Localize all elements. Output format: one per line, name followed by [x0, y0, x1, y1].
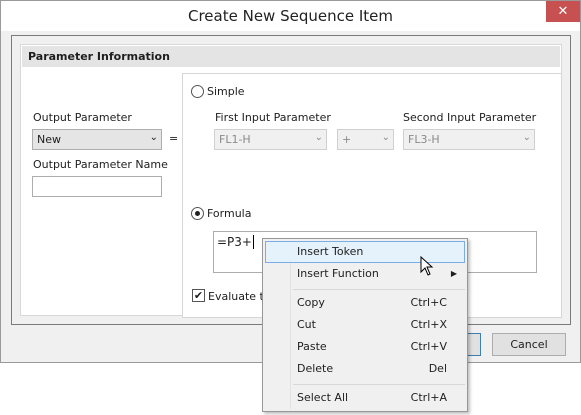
mouse-pointer-icon [420, 256, 434, 276]
close-icon: ✕ [557, 4, 569, 19]
menu-item-label: Cut [297, 318, 316, 331]
simple-radio[interactable] [191, 85, 204, 98]
menu-item-shortcut: Del [428, 362, 447, 375]
menu-item-label: Insert Function [297, 267, 379, 280]
operator-value: + [342, 133, 352, 146]
chevron-down-icon: ⌄ [314, 132, 323, 143]
simple-label: Simple [207, 85, 245, 98]
menu-item-shortcut: Ctrl+X [410, 318, 447, 331]
close-button[interactable]: ✕ [546, 1, 580, 22]
chevron-down-icon: ⌄ [522, 132, 531, 143]
formula-radio[interactable] [191, 207, 204, 220]
text-caret [252, 235, 254, 249]
menu-item-copy[interactable]: Copy Ctrl+C [265, 292, 465, 314]
context-menu: Insert Token Insert Function ▶ Copy Ctrl… [262, 238, 468, 412]
first-input-label: First Input Parameter [215, 111, 331, 124]
menu-item-insert-function[interactable]: Insert Function ▶ [265, 263, 465, 285]
formula-text: =P3+ [217, 235, 252, 249]
second-input-label: Second Input Parameter [403, 111, 537, 124]
checkmark-icon: ✔ [193, 289, 204, 302]
output-parameter-name-input[interactable] [32, 176, 162, 197]
menu-item-label: Insert Token [297, 245, 364, 258]
first-input-select[interactable]: FL1-H ⌄ [214, 129, 327, 150]
menu-separator [293, 384, 465, 385]
chevron-down-icon: ⌄ [149, 132, 158, 143]
formula-label: Formula [207, 207, 252, 220]
output-parameter-name-label: Output Parameter Name [33, 158, 168, 171]
chevron-down-icon: ⌄ [381, 132, 390, 143]
menu-item-label: Paste [297, 340, 327, 353]
menu-item-insert-token[interactable]: Insert Token [265, 241, 465, 263]
menu-item-label: Select All [297, 391, 349, 404]
submenu-arrow-icon: ▶ [450, 269, 457, 278]
menu-item-shortcut: Ctrl+A [410, 391, 447, 404]
menu-item-paste[interactable]: Paste Ctrl+V [265, 336, 465, 358]
window-title: Create New Sequence Item [188, 7, 393, 25]
cancel-button[interactable]: Cancel [492, 333, 566, 356]
second-input-value: FL3-H [408, 133, 440, 146]
menu-item-shortcut: Ctrl+V [410, 340, 447, 353]
title-bar: Create New Sequence Item ✕ [1, 1, 580, 31]
menu-item-cut[interactable]: Cut Ctrl+X [265, 314, 465, 336]
first-input-value: FL1-H [219, 133, 251, 146]
operator-select[interactable]: + ⌄ [337, 129, 394, 150]
menu-item-label: Copy [297, 296, 325, 309]
output-parameter-value: New [37, 133, 61, 146]
menu-item-shortcut: Ctrl+C [410, 296, 447, 309]
evaluate-checkbox[interactable]: ✔ [192, 289, 205, 302]
menu-item-select-all[interactable]: Select All Ctrl+A [265, 387, 465, 409]
menu-item-label: Delete [297, 362, 334, 375]
menu-item-delete[interactable]: Delete Del [265, 358, 465, 380]
output-parameter-label: Output Parameter [33, 111, 132, 124]
equals-sign: = [169, 132, 179, 145]
menu-separator [293, 289, 465, 290]
output-parameter-select[interactable]: New ⌄ [32, 129, 162, 150]
group-title: Parameter Information [22, 46, 560, 67]
second-input-select[interactable]: FL3-H ⌄ [403, 129, 535, 150]
